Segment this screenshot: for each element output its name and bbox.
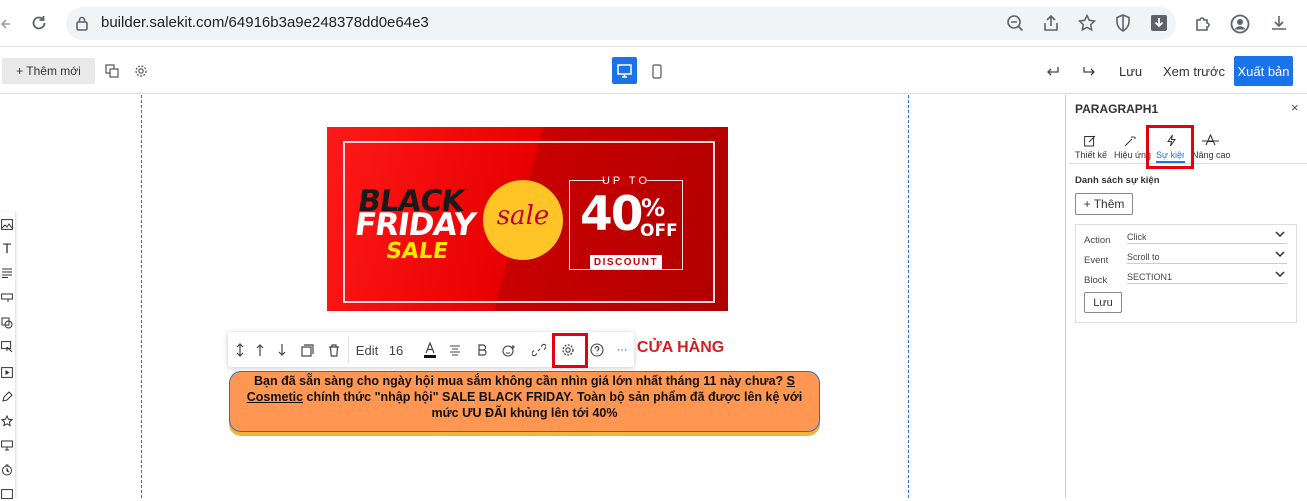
section-guide-right bbox=[908, 95, 909, 498]
section-heading[interactable]: Ộ CỬA HÀNG bbox=[620, 339, 724, 357]
edit-text-button[interactable]: Edit bbox=[356, 341, 378, 359]
event-value: Scroll to bbox=[1127, 252, 1160, 262]
selected-paragraph[interactable]: Bạn đã sẵn sàng cho ngày hội mua sắm khô… bbox=[229, 371, 820, 432]
up-to-text: UP TO bbox=[601, 175, 651, 187]
chevron-down-icon bbox=[1275, 250, 1285, 261]
emoji-add-icon[interactable] bbox=[500, 341, 518, 359]
discount-label: DISCOUNT bbox=[590, 255, 662, 269]
delete-trash-icon[interactable] bbox=[326, 341, 342, 359]
shape-widget-icon[interactable] bbox=[0, 316, 14, 330]
bold-icon[interactable] bbox=[474, 341, 490, 359]
form-widget-icon[interactable] bbox=[0, 340, 14, 354]
shield-icon[interactable] bbox=[1113, 13, 1133, 33]
desktop-view-button[interactable] bbox=[612, 57, 637, 84]
paragraph-text-start: Bạn đã sẵn sàng cho ngày hội mua sắm khô… bbox=[254, 374, 787, 388]
banner-sale-text: SALE bbox=[384, 239, 450, 264]
advanced-strike-icon[interactable] bbox=[1201, 133, 1219, 147]
percent-sign: % bbox=[641, 194, 666, 222]
tab-design[interactable]: Thiết kế bbox=[1075, 150, 1107, 160]
publish-button[interactable]: Xuất bản bbox=[1234, 56, 1293, 86]
reload-icon[interactable] bbox=[29, 13, 49, 33]
lock-icon[interactable] bbox=[74, 13, 90, 33]
percent-value: 40 bbox=[580, 187, 643, 242]
pen-widget-icon[interactable] bbox=[0, 390, 14, 404]
chevron-down-icon bbox=[1275, 230, 1285, 241]
star-widget-icon[interactable] bbox=[0, 414, 14, 428]
highlight-events-tab bbox=[1146, 125, 1194, 169]
paragraph-text-end: chính thức "nhập hội" SALE BLACK FRIDAY.… bbox=[303, 390, 803, 420]
off-text: OFF bbox=[640, 221, 678, 241]
banner-friday-text: FRIDAY bbox=[352, 207, 478, 243]
mobile-view-button[interactable] bbox=[650, 62, 664, 80]
text-color-icon[interactable] bbox=[422, 341, 438, 359]
gallery-widget-icon[interactable] bbox=[0, 487, 14, 501]
undo-icon[interactable] bbox=[1045, 63, 1061, 79]
font-size-value[interactable]: 16 bbox=[388, 341, 404, 359]
help-icon[interactable] bbox=[589, 341, 605, 359]
text-align-icon[interactable] bbox=[447, 341, 463, 359]
highlight-settings-gear bbox=[552, 333, 588, 368]
redo-icon[interactable] bbox=[1081, 63, 1097, 79]
add-new-button[interactable]: + Thêm mới bbox=[2, 58, 95, 84]
link-icon[interactable] bbox=[531, 341, 547, 359]
url-text[interactable]: builder.salekit.com/64916b3a9e248378dd0e… bbox=[101, 14, 429, 31]
image-widget-icon[interactable] bbox=[0, 217, 14, 231]
action-value: Click bbox=[1127, 232, 1147, 242]
downloads-icon[interactable] bbox=[1269, 13, 1289, 33]
block-value: SECTION1 bbox=[1127, 272, 1173, 282]
download-extension-icon[interactable] bbox=[1149, 13, 1169, 33]
toolbar-divider bbox=[348, 336, 349, 363]
panel-close-icon[interactable]: × bbox=[1291, 100, 1299, 115]
move-up-icon[interactable] bbox=[253, 341, 267, 359]
share-icon[interactable] bbox=[1041, 13, 1061, 33]
chevron-down-icon bbox=[1275, 270, 1285, 281]
panel-title: PARAGRAPH1 bbox=[1075, 102, 1159, 116]
text-widget-icon[interactable]: T bbox=[0, 240, 14, 256]
video-widget-icon[interactable] bbox=[0, 365, 14, 379]
event-list-label: Danh sách sự kiện bbox=[1075, 175, 1160, 186]
resize-vertical-icon[interactable] bbox=[233, 341, 247, 359]
countdown-widget-icon[interactable] bbox=[0, 463, 14, 477]
copy-layers-icon[interactable] bbox=[104, 63, 120, 79]
layout-widget-icon[interactable] bbox=[0, 439, 14, 453]
duplicate-icon[interactable] bbox=[299, 341, 315, 359]
add-event-button[interactable]: + Thêm bbox=[1075, 193, 1133, 215]
sale-seal-text: sale bbox=[496, 201, 550, 231]
block-label: Block bbox=[1084, 275, 1108, 286]
design-pencil-icon[interactable] bbox=[1083, 134, 1097, 148]
save-button[interactable]: Lưu bbox=[1119, 64, 1142, 79]
preview-button[interactable]: Xem trước bbox=[1163, 64, 1225, 79]
tab-advanced[interactable]: Nâng cao bbox=[1192, 150, 1231, 160]
event-label: Event bbox=[1084, 255, 1109, 266]
move-down-icon[interactable] bbox=[275, 341, 289, 359]
action-label: Action bbox=[1084, 235, 1111, 246]
more-options-icon[interactable]: ··· bbox=[614, 341, 630, 359]
extensions-puzzle-icon[interactable] bbox=[1193, 13, 1213, 33]
block-select[interactable]: SECTION1 bbox=[1127, 270, 1287, 284]
save-event-button[interactable]: Lưu bbox=[1084, 292, 1122, 313]
paragraph-widget-icon[interactable] bbox=[0, 266, 14, 280]
event-select[interactable]: Scroll to bbox=[1127, 250, 1287, 264]
section-guide-left bbox=[141, 95, 142, 498]
bookmark-star-icon[interactable] bbox=[1077, 13, 1097, 33]
effects-wand-icon[interactable] bbox=[1123, 134, 1137, 148]
back-arrow-icon[interactable] bbox=[0, 14, 12, 34]
settings-gear-icon[interactable] bbox=[133, 63, 149, 79]
action-select[interactable]: Click bbox=[1127, 230, 1287, 244]
button-widget-icon[interactable] bbox=[0, 291, 14, 305]
zoom-out-icon[interactable] bbox=[1005, 13, 1025, 33]
profile-avatar-icon[interactable] bbox=[1229, 13, 1251, 35]
